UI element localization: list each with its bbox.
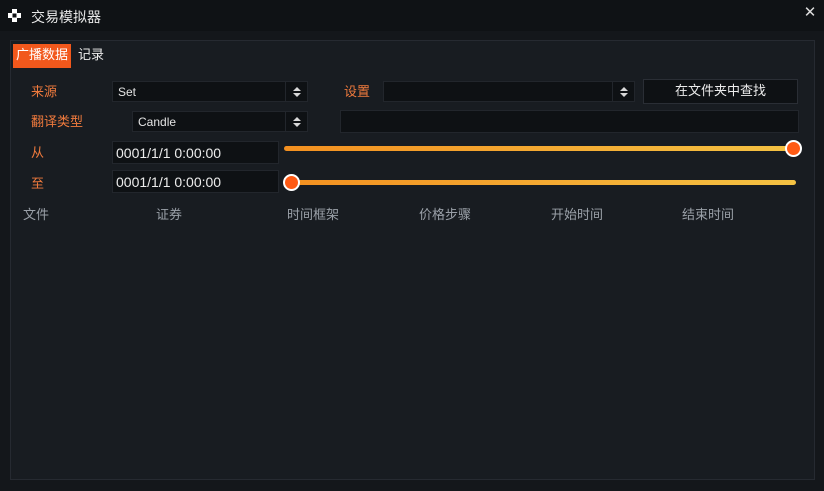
to-date-input[interactable]: 0001/1/1 0:00:00: [112, 170, 279, 193]
updown-arrows-icon[interactable]: [612, 82, 634, 101]
from-label: 从: [31, 146, 45, 161]
column-header-security[interactable]: 证券: [156, 204, 182, 223]
settings-label: 设置: [344, 85, 371, 100]
translate-type-label: 翻译类型: [31, 115, 84, 130]
to-date-value: 0001/1/1 0:00:00: [116, 174, 222, 190]
tab-records[interactable]: 记录: [75, 44, 107, 68]
column-header-file[interactable]: 文件: [23, 204, 49, 223]
from-slider-thumb[interactable]: [785, 140, 802, 157]
source-combobox[interactable]: Set: [112, 81, 308, 102]
column-header-price-step[interactable]: 价格步骤: [419, 204, 471, 223]
source-value: Set: [118, 85, 137, 99]
settings-combobox[interactable]: [383, 81, 635, 102]
find-in-folder-button[interactable]: 在文件夹中查找: [643, 79, 798, 104]
column-header-timeframe[interactable]: 时间框架: [287, 204, 339, 223]
column-header-end-time[interactable]: 结束时间: [682, 204, 734, 223]
content-frame: [10, 40, 815, 480]
from-date-value: 0001/1/1 0:00:00: [116, 145, 222, 161]
translate-type-value: Candle: [138, 115, 177, 129]
window-title: 交易模拟器: [31, 10, 101, 26]
translate-type-combobox[interactable]: Candle: [132, 111, 308, 132]
to-label: 至: [31, 177, 45, 192]
updown-arrows-icon[interactable]: [285, 82, 307, 101]
updown-arrows-icon[interactable]: [285, 112, 307, 131]
extra-input[interactable]: [340, 110, 799, 133]
title-bar: 交易模拟器 ✕: [0, 0, 824, 31]
to-slider-track[interactable]: [284, 180, 796, 185]
checker-logo-icon: [8, 9, 21, 22]
to-slider-thumb[interactable]: [283, 174, 300, 191]
from-slider-track[interactable]: [284, 146, 796, 151]
close-icon[interactable]: ✕: [802, 3, 818, 21]
from-date-input[interactable]: 0001/1/1 0:00:00: [112, 141, 279, 164]
column-header-start-time[interactable]: 开始时间: [551, 204, 603, 223]
source-label: 来源: [31, 85, 58, 100]
tab-broadcast-data[interactable]: 广播数据: [13, 44, 72, 68]
